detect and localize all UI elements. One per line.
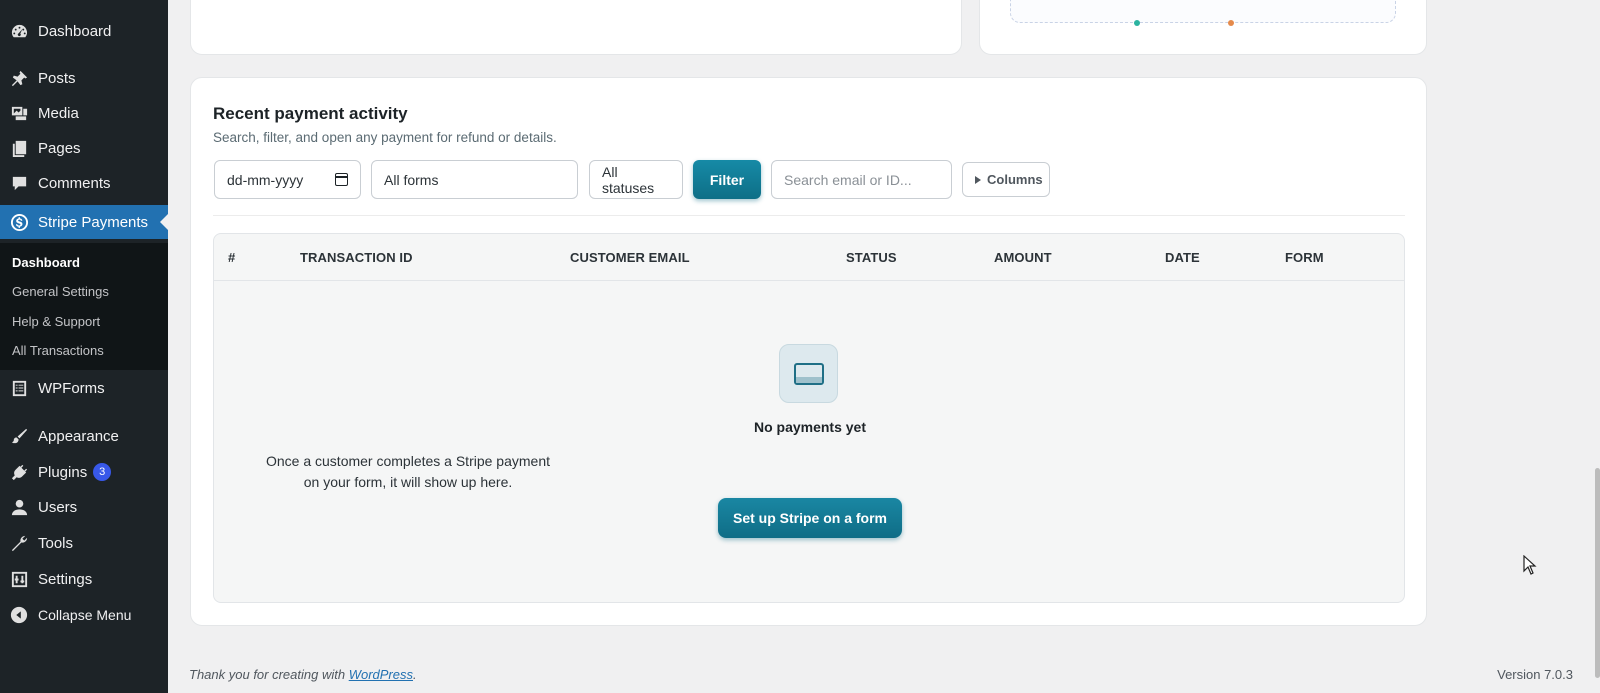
plugins-update-badge: 3 (93, 463, 112, 481)
setup-stripe-button[interactable]: Set up Stripe on a form (718, 498, 902, 538)
date-filter-input[interactable]: dd-mm-yyyy (214, 160, 361, 199)
empty-state-title: No payments yet (753, 419, 867, 435)
collapse-menu-button[interactable]: Collapse Menu (0, 598, 168, 632)
recent-payment-activity-card: Recent payment activity Search, filter, … (190, 77, 1427, 626)
mouse-cursor-icon (1523, 555, 1537, 575)
filter-button[interactable]: Filter (693, 160, 761, 199)
menu-item-settings[interactable]: Settings (0, 562, 168, 596)
submenu-all-transactions[interactable]: All Transactions (12, 343, 104, 358)
menu-label: Comments (38, 174, 111, 192)
search-placeholder: Search email or ID... (784, 171, 912, 188)
dollar-icon (9, 212, 29, 232)
footer-thanks-suffix: . (413, 667, 417, 682)
column-header-date[interactable]: DATE (1165, 250, 1200, 265)
column-header-number[interactable]: # (228, 250, 235, 265)
wordpress-link[interactable]: WordPress (349, 667, 413, 682)
credit-card-icon (793, 362, 824, 385)
submenu-dashboard[interactable]: Dashboard (12, 255, 80, 270)
top-left-card (190, 0, 962, 55)
scrollbar-thumb[interactable] (1595, 468, 1600, 678)
menu-label: Tools (38, 534, 74, 552)
menu-label: Collapse Menu (38, 607, 132, 623)
menu-label: Dashboard (38, 22, 112, 40)
column-header-transaction-id[interactable]: TRANSACTION ID (300, 250, 413, 265)
menu-item-users[interactable]: Users (0, 490, 168, 524)
search-email-input[interactable]: Search email or ID... (771, 160, 952, 199)
user-icon (9, 497, 29, 517)
legend-dot (1134, 20, 1140, 26)
plugin-icon (9, 462, 29, 482)
menu-label: WPForms (38, 379, 105, 397)
menu-item-pages[interactable]: Pages (0, 131, 168, 165)
date-placeholder: dd-mm-yyyy (227, 171, 304, 188)
forms-select[interactable]: All forms (371, 160, 578, 199)
status-select[interactable]: All statuses (589, 160, 683, 199)
forms-select-value: All forms (384, 171, 439, 188)
dashed-preview-box (1010, 0, 1396, 26)
menu-item-tools[interactable]: Tools (0, 526, 168, 560)
wrench-icon (9, 533, 29, 553)
brush-icon (9, 426, 29, 446)
menu-label: Stripe Payments (38, 213, 149, 231)
menu-item-plugins[interactable]: Plugins 3 (0, 455, 168, 489)
section-title: Recent payment activity (213, 104, 408, 123)
menu-label: Appearance (38, 427, 119, 445)
legend-dot (1228, 20, 1234, 26)
section-subtitle: Search, filter, and open any payment for… (213, 130, 557, 145)
page-scrollbar[interactable] (1594, 0, 1600, 693)
menu-item-stripe-payments[interactable]: Stripe Payments (0, 205, 168, 239)
payments-table: # TRANSACTION ID CUSTOMER EMAIL STATUS A… (213, 233, 1405, 603)
menu-label: Plugins (38, 463, 88, 481)
forms-icon (9, 378, 29, 398)
admin-sidebar: Dashboard Posts Media Pages Comments Str… (0, 0, 168, 693)
submenu-help-support[interactable]: Help & Support (12, 314, 100, 329)
submenu-general-settings[interactable]: General Settings (12, 284, 109, 299)
stripe-submenu: Dashboard General Settings Help & Suppor… (0, 243, 168, 370)
dashboard-icon (9, 21, 29, 41)
status-select-value: All statuses (602, 163, 655, 196)
menu-item-comments[interactable]: Comments (0, 166, 168, 200)
table-header: # TRANSACTION ID CUSTOMER EMAIL STATUS A… (214, 234, 1404, 281)
collapse-icon (9, 605, 29, 625)
expand-triangle-icon (975, 175, 981, 184)
menu-label: Settings (38, 570, 93, 588)
filter-button-label: Filter (709, 171, 745, 188)
settings-icon (9, 569, 29, 589)
top-right-card (979, 0, 1427, 55)
media-icon (9, 103, 29, 123)
menu-label: Media (38, 104, 79, 122)
menu-item-posts[interactable]: Posts (0, 61, 168, 95)
menu-label: Users (38, 498, 78, 516)
footer-thanks-prefix: Thank you for creating with (189, 667, 349, 682)
empty-state-description: Once a customer completes a Stripe payme… (265, 453, 551, 490)
comment-icon (9, 173, 29, 193)
menu-item-appearance[interactable]: Appearance (0, 419, 168, 453)
menu-item-media[interactable]: Media (0, 96, 168, 130)
toolbar-divider (213, 215, 1405, 216)
column-header-form[interactable]: FORM (1285, 250, 1324, 265)
menu-item-wpforms[interactable]: WPForms (0, 371, 168, 405)
pages-icon (9, 138, 29, 158)
columns-toggle-button[interactable]: Columns (962, 162, 1050, 197)
pin-icon (9, 68, 29, 88)
menu-item-dashboard[interactable]: Dashboard (0, 14, 168, 48)
menu-label: Posts (38, 69, 76, 87)
calendar-icon[interactable] (335, 173, 348, 186)
column-header-customer-email[interactable]: CUSTOMER EMAIL (570, 250, 690, 265)
column-header-status[interactable]: STATUS (846, 250, 897, 265)
empty-state-icon-box (779, 344, 838, 403)
column-header-amount[interactable]: AMOUNT (994, 250, 1052, 265)
footer-thanks: Thank you for creating with WordPress. (189, 667, 417, 682)
version-text: Version 7.0.3 (1497, 667, 1573, 682)
columns-label: Columns (987, 172, 1043, 187)
menu-label: Pages (38, 139, 81, 157)
